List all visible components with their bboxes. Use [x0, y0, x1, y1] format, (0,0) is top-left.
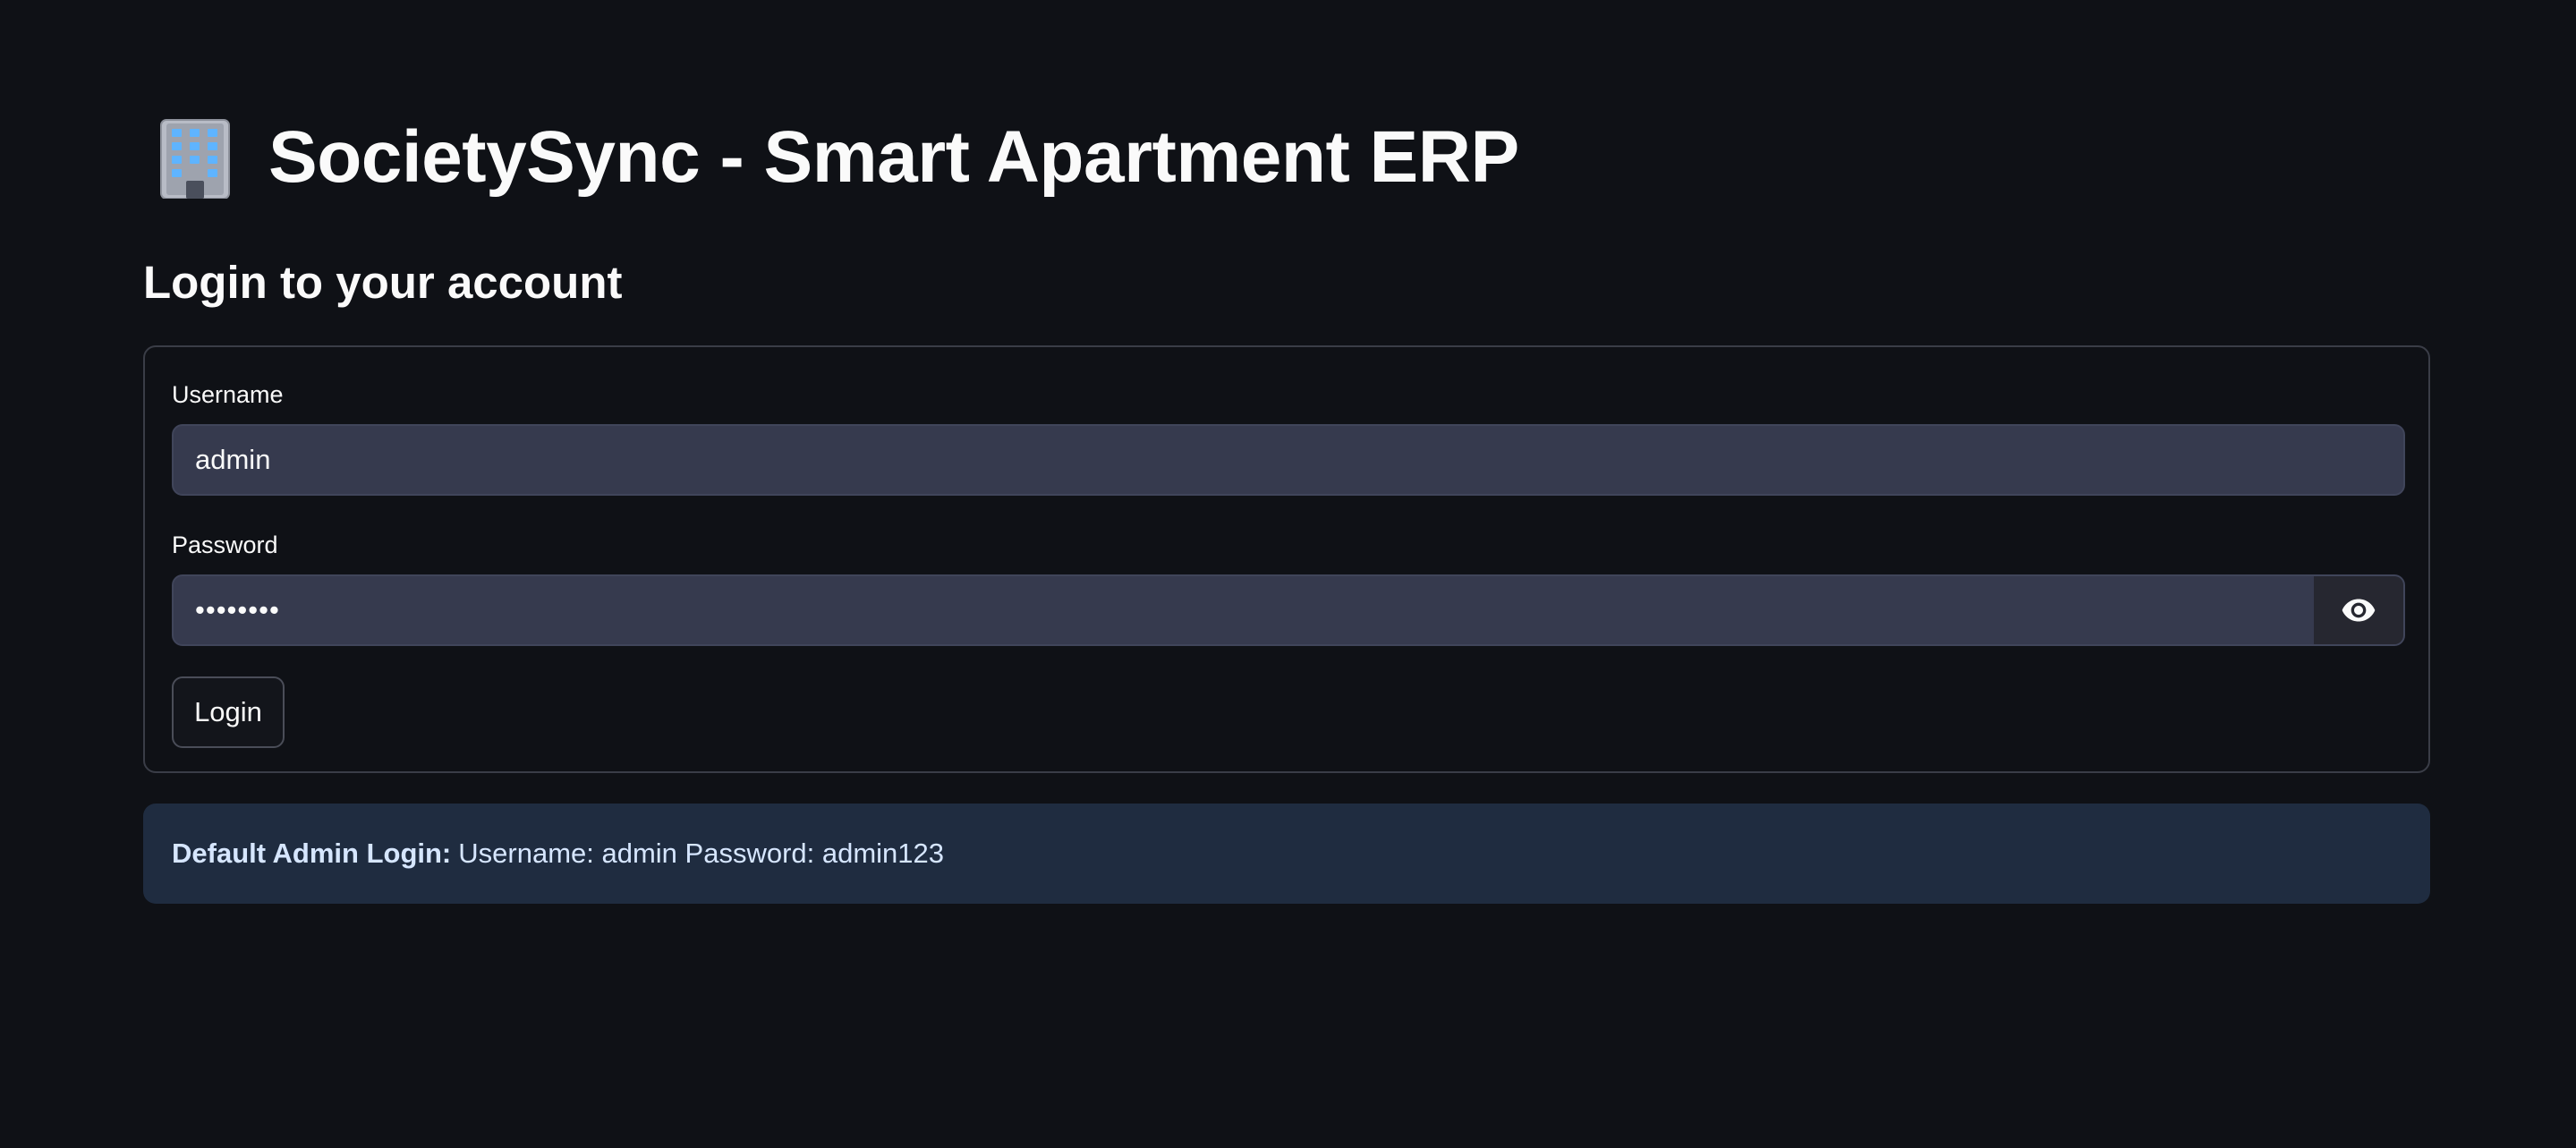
login-heading: Login to your account: [143, 257, 623, 308]
login-page: SocietySync - Smart Apartment ERP Login …: [0, 0, 2576, 1148]
eye-icon: [2342, 599, 2376, 622]
login-form: Username admin Password •••••••• Login: [143, 345, 2430, 773]
username-label: Username: [172, 381, 284, 408]
password-value: ••••••••: [195, 594, 280, 625]
office-building-icon: [160, 119, 230, 199]
username-input[interactable]: admin: [172, 424, 2405, 496]
app-title: SocietySync - Smart Apartment ERP: [268, 116, 1519, 198]
info-credentials-text: Username: admin Password: admin123: [458, 838, 945, 869]
login-button[interactable]: Login: [172, 676, 285, 748]
info-bold-label: Default Admin Login:: [172, 838, 452, 869]
password-label: Password: [172, 531, 278, 558]
show-password-button[interactable]: [2314, 576, 2403, 644]
default-login-info: Default Admin Login: Username: admin Pas…: [143, 804, 2430, 904]
password-input[interactable]: ••••••••: [172, 574, 2405, 646]
page-header: SocietySync - Smart Apartment ERP: [152, 113, 1519, 202]
